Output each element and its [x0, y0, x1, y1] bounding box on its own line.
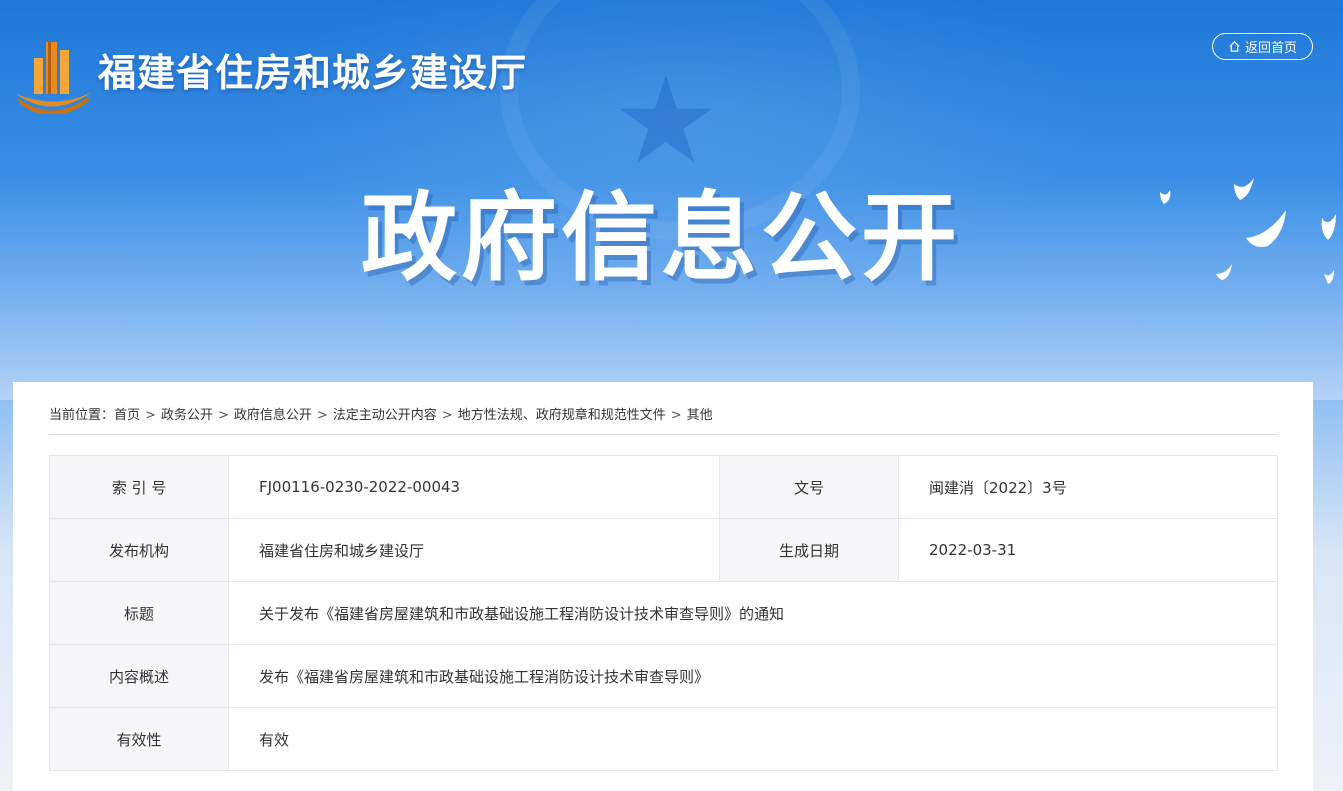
index-number-label: 索 引 号 — [49, 455, 229, 519]
banner-title: 政府信息公开 — [361, 182, 961, 294]
publisher-label: 发布机构 — [49, 518, 229, 582]
document-number-value: 闽建消〔2022〕3号 — [898, 455, 1278, 519]
document-number-label: 文号 — [719, 455, 899, 519]
breadcrumb-item-regulations[interactable]: 地方性法规、政府规章和规范性文件 — [458, 408, 666, 423]
site-title: 福建省住房和城乡建设厅 — [98, 51, 528, 95]
publisher-value: 福建省住房和城乡建设厅 — [228, 518, 720, 582]
breadcrumb: 当前位置：首页 > 政务公开 > 政府信息公开 > 法定主动公开内容 > 地方性法规、政府规章和… — [49, 404, 1277, 435]
doves-icon — [1160, 178, 1336, 284]
table-row: 有效性 有效 — [49, 707, 1278, 771]
breadcrumb-separator: > — [441, 408, 453, 423]
home-button-label: 返回首页 — [1244, 41, 1297, 56]
content-panel: 当前位置：首页 > 政务公开 > 政府信息公开 > 法定主动公开内容 > 地方性法规、政府规章和… — [13, 382, 1313, 791]
date-label: 生成日期 — [719, 518, 899, 582]
home-icon — [1229, 41, 1240, 52]
index-number-value: FJ00116-0230-2022-00043 — [228, 455, 720, 519]
table-row: 内容概述 发布《福建省房屋建筑和市政基础设施工程消防设计技术审查导则》 — [49, 644, 1278, 708]
date-value: 2022-03-31 — [898, 518, 1278, 582]
home-button[interactable]: 返回首页 — [1212, 33, 1313, 60]
breadcrumb-item-statutory-content[interactable]: 法定主动公开内容 — [333, 408, 437, 423]
breadcrumb-separator: > — [217, 408, 229, 423]
breadcrumb-prefix: 当前位置： — [49, 408, 115, 423]
title-value: 关于发布《福建省房屋建筑和市政基础设施工程消防设计技术审查导则》的通知 — [228, 581, 1278, 645]
site-logo-icon[interactable] — [12, 36, 94, 114]
table-row: 发布机构 福建省住房和城乡建设厅 生成日期 2022-03-31 — [49, 518, 1278, 582]
document-info-table: 索 引 号 FJ00116-0230-2022-00043 文号 闽建消〔202… — [49, 455, 1278, 771]
breadcrumb-item-home[interactable]: 首页 — [114, 408, 140, 423]
breadcrumb-separator: > — [670, 408, 682, 423]
table-row: 索 引 号 FJ00116-0230-2022-00043 文号 闽建消〔202… — [49, 455, 1278, 519]
validity-value: 有效 — [228, 707, 1278, 771]
validity-label: 有效性 — [49, 707, 229, 771]
breadcrumb-separator: > — [316, 408, 328, 423]
breadcrumb-item-info-disclosure[interactable]: 政府信息公开 — [234, 408, 312, 423]
table-row: 标题 关于发布《福建省房屋建筑和市政基础设施工程消防设计技术审查导则》的通知 — [49, 581, 1278, 645]
breadcrumb-item-government-affairs[interactable]: 政务公开 — [161, 408, 213, 423]
breadcrumb-item-other[interactable]: 其他 — [687, 408, 713, 423]
breadcrumb-separator: > — [145, 408, 156, 423]
header-banner: ★ 福建省住房和城乡建设厅 返回首页 政府信息公开 — [0, 0, 1343, 400]
summary-value: 发布《福建省房屋建筑和市政基础设施工程消防设计技术审查导则》 — [228, 644, 1278, 708]
summary-label: 内容概述 — [49, 644, 229, 708]
title-label: 标题 — [49, 581, 229, 645]
